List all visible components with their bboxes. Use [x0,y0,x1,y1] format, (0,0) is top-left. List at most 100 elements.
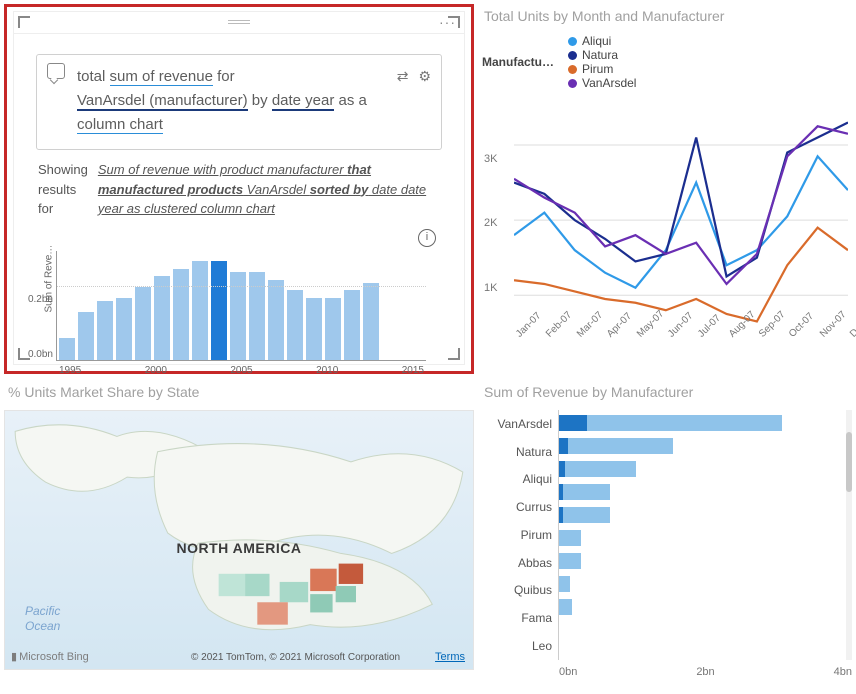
line-series[interactable] [514,228,848,322]
hbar-bar-segment [559,438,568,454]
legend-dot-icon [568,37,577,46]
legend-dot-icon [568,79,577,88]
mini-bar[interactable] [306,298,322,360]
map-terms-link[interactable]: Terms [435,651,465,663]
qna-token-measure: sum of revenue [110,68,213,86]
mini-bar[interactable] [116,298,132,360]
hbar-bar[interactable] [559,484,610,500]
hbar-row[interactable] [559,482,852,502]
mini-bar[interactable] [363,283,379,359]
hbar-bar-segment [559,415,587,431]
mini-xtick: 2005 [230,365,252,376]
line-series[interactable] [514,126,848,284]
legend-item[interactable]: Pirum [568,62,636,76]
hbar-chart-visual[interactable]: Sum of Revenue by Manufacturer VanArsdel… [480,380,852,690]
hbar-chart-title: Sum of Revenue by Manufacturer [484,384,852,400]
hbar-row[interactable] [559,597,852,617]
hbar-bar[interactable] [559,576,570,592]
hbar-category-label: Pirum [480,522,552,548]
hbar-bar[interactable] [559,438,673,454]
qna-result-restatement: Showing results for Sum of revenue with … [38,160,440,219]
mini-bar[interactable] [97,301,113,359]
mini-ytick: 0.2bn [28,294,53,305]
hbar-bar[interactable] [559,507,610,523]
mini-xtick: 2015 [402,365,424,376]
mini-bar[interactable] [211,261,227,359]
hbar-bar-segment [559,461,565,477]
hbar-chart-plot[interactable]: VanArsdelNaturaAliquiCurrusPirumAbbasQui… [480,410,852,660]
map-canvas[interactable]: NORTH AMERICA PacificOcean ▮ Microsoft B… [4,410,474,670]
legend-dot-icon [568,51,577,60]
settings-gear-icon[interactable]: ⚙ [418,65,431,87]
bing-logo: ▮ Microsoft Bing [11,650,89,663]
legend-dot-icon [568,65,577,74]
qna-visual-selected[interactable]: ··· ⇄ ⚙ total sum of revenue for VanArsd… [4,4,474,374]
qna-text: by [248,92,272,109]
hbar-row[interactable] [559,436,852,456]
hbar-bar[interactable] [559,553,581,569]
hbar-bar[interactable] [559,599,572,615]
legend-text: Pirum [582,62,613,76]
line-ytick: 2K [484,217,497,229]
legend-label: Manufactu… [482,55,554,69]
map-continent-label: NORTH AMERICA [177,540,302,556]
info-icon[interactable]: i [418,229,436,247]
hbar-row[interactable] [559,505,852,525]
hbar-category-label: Fama [480,605,552,631]
mini-bar[interactable] [59,338,75,360]
qna-token-dimension: date year [272,92,335,111]
mini-xtick: 1995 [59,365,81,376]
drag-grip-icon[interactable] [228,20,250,24]
legend-item[interactable]: VanArsdel [568,76,636,90]
qna-text: total [77,68,110,85]
resize-handle-br[interactable] [448,348,460,360]
map-visual[interactable]: % Units Market Share by State NORTH AMER… [4,380,474,690]
hbar-bar[interactable] [559,530,581,546]
mini-bar[interactable] [344,290,360,359]
line-series[interactable] [514,156,848,287]
hbar-scrollbar[interactable] [846,410,852,660]
hbar-xtick: 2bn [696,666,714,678]
qna-result-chart[interactable]: Sum of Reve… 0.2bn 0.0bn 199520002005201… [42,251,426,361]
hbar-row[interactable] [559,574,852,594]
line-ytick: 3K [484,153,497,165]
qna-question-input[interactable]: ⇄ ⚙ total sum of revenue for VanArsdel (… [36,54,442,150]
qna-token-entity: VanArsdel (manufacturer) [77,92,248,111]
hbar-bar[interactable] [559,461,636,477]
more-options-button[interactable]: ··· [439,14,456,30]
mini-bar[interactable] [268,280,284,360]
mini-bar[interactable] [287,290,303,359]
mini-bar[interactable] [325,298,341,360]
mini-bar[interactable] [192,261,208,359]
line-xtick: Dec-07 [848,309,856,340]
hbar-xtick: 4bn [834,666,852,678]
map-title: % Units Market Share by State [8,384,474,400]
mini-xtick: 2010 [316,365,338,376]
hbar-row[interactable] [559,551,852,571]
hbar-category-label: Quibus [480,577,552,603]
chat-bubble-icon [47,63,65,79]
line-chart-plot[interactable]: 3K 2K 1K Jan-07Feb-07Mar-07Apr-07May-07J… [514,100,848,360]
hbar-category-label: Currus [480,494,552,520]
mini-bar[interactable] [154,276,170,360]
legend-item[interactable]: Aliqui [568,34,636,48]
mini-bar[interactable] [78,312,94,359]
convert-visual-icon[interactable]: ⇄ [397,65,409,87]
hbar-row[interactable] [559,413,852,433]
mini-xtick: 2000 [145,365,167,376]
hbar-bar[interactable] [559,415,782,431]
legend-text: Aliqui [582,34,611,48]
qna-token-viz: column chart [77,116,163,134]
hbar-row[interactable] [559,459,852,479]
hbar-category-label: VanArsdel [480,411,552,437]
visual-header[interactable]: ··· [14,12,464,34]
legend-item[interactable]: Natura [568,48,636,62]
hbar-category-label: Abbas [480,550,552,576]
hbar-scroll-thumb[interactable] [846,432,852,492]
mini-bar[interactable] [135,287,151,360]
qna-text: as a [334,92,367,109]
hbar-category-label: Leo [480,633,552,659]
mini-bar[interactable] [173,269,189,360]
hbar-row[interactable] [559,528,852,548]
line-chart-visual[interactable]: Total Units by Month and Manufacturer Ma… [480,4,852,374]
